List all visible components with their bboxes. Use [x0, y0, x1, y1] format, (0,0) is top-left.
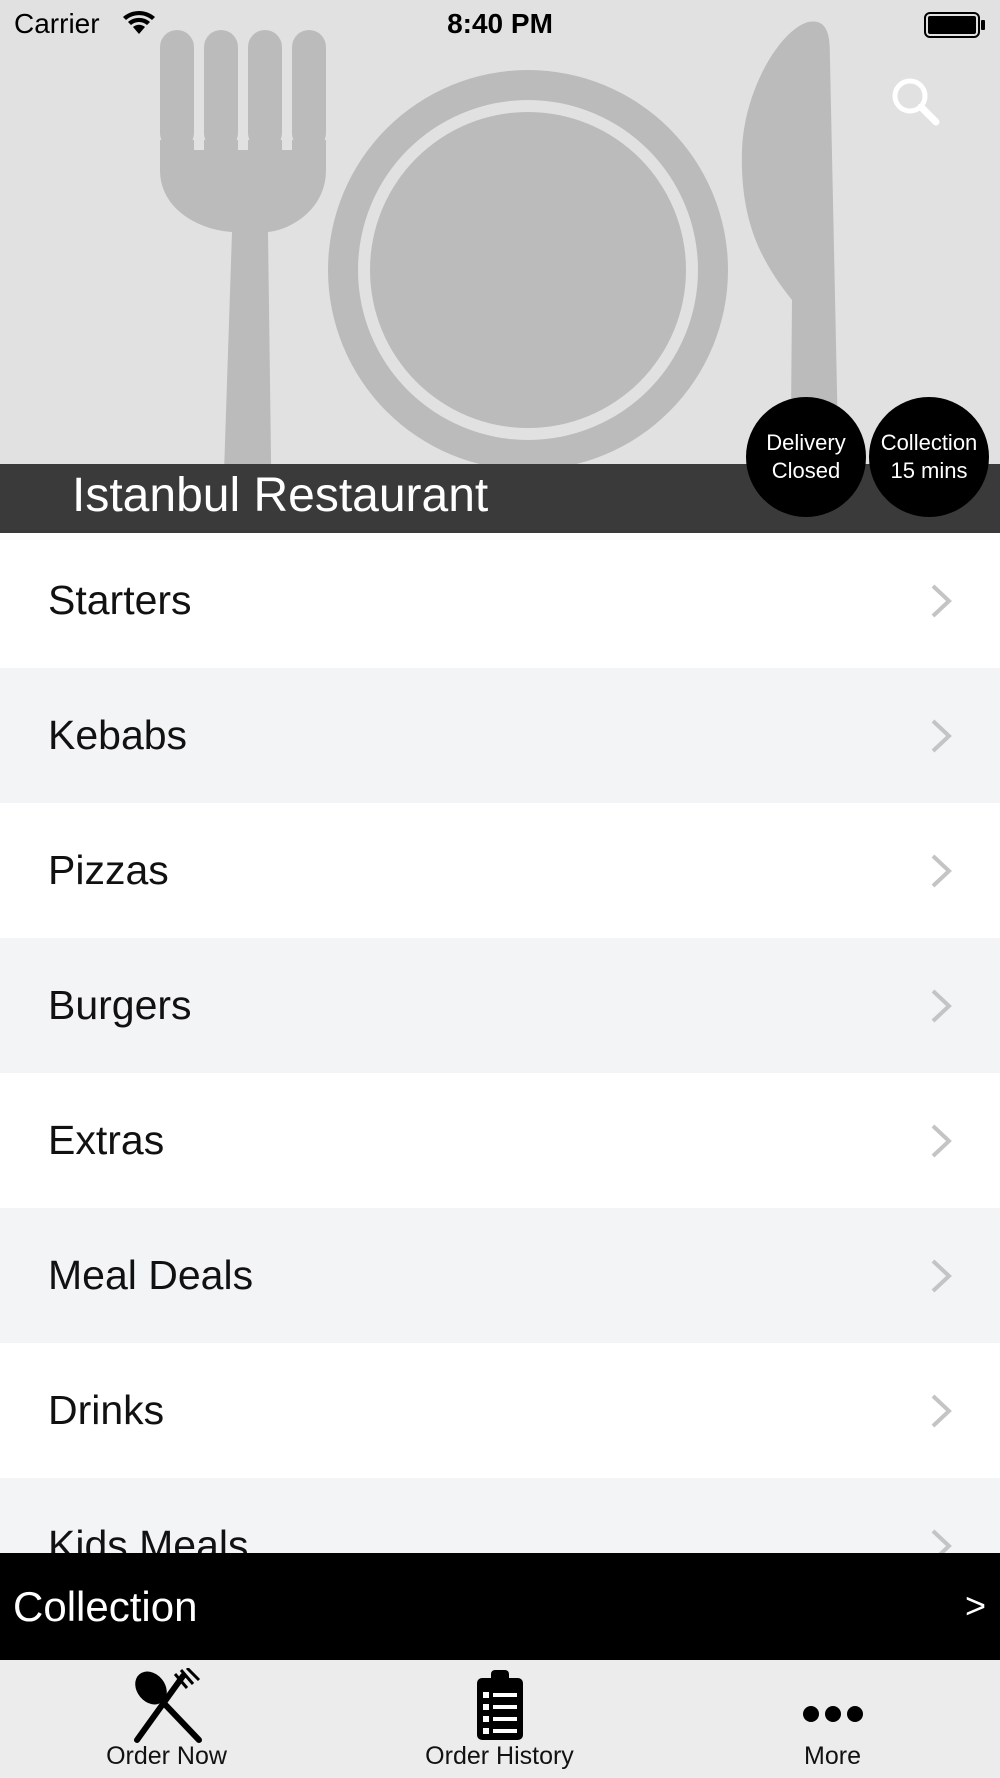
- menu-category-list[interactable]: Starters Kebabs Pizzas Burgers Extras Me…: [0, 533, 1000, 1553]
- chevron-right-icon: [931, 1394, 952, 1427]
- menu-category-pizzas[interactable]: Pizzas: [0, 803, 1000, 938]
- tab-label: More: [804, 1742, 861, 1770]
- hero-header: Carrier 8:40 PM Istanbul Restaurant Deli…: [0, 0, 1000, 533]
- collection-badge-time: 15 mins: [890, 458, 968, 483]
- battery-icon: [924, 12, 985, 38]
- collection-status-badge[interactable]: Collection 15 mins: [869, 397, 989, 517]
- chevron-right-icon: [931, 1529, 952, 1553]
- chevron-right-icon: [931, 1124, 952, 1157]
- chevron-right-icon: [931, 584, 952, 617]
- menu-category-label: Extras: [48, 1117, 165, 1163]
- delivery-badge-status: Closed: [771, 458, 841, 483]
- collection-mode-label: Collection: [13, 1583, 198, 1630]
- status-time: 8:40 PM: [447, 8, 553, 39]
- tab-more[interactable]: More: [666, 1660, 999, 1778]
- menu-category-meal-deals[interactable]: Meal Deals: [0, 1208, 1000, 1343]
- delivery-status-badge[interactable]: Delivery Closed: [746, 397, 866, 517]
- menu-category-label: Meal Deals: [48, 1252, 254, 1298]
- chevron-right-icon: [931, 1259, 952, 1292]
- clipboard-icon: [476, 1670, 523, 1740]
- menu-category-drinks[interactable]: Drinks: [0, 1343, 1000, 1478]
- menu-category-label: Kebabs: [48, 712, 188, 758]
- tab-order-history[interactable]: Order History: [333, 1660, 666, 1778]
- menu-category-burgers[interactable]: Burgers: [0, 938, 1000, 1073]
- menu-category-label: Kids Meals: [48, 1522, 249, 1553]
- delivery-badge-title: Delivery: [766, 430, 846, 455]
- menu-category-kids-meals[interactable]: Kids Meals: [0, 1478, 1000, 1553]
- menu-category-label: Pizzas: [48, 847, 169, 893]
- tab-label: Order History: [425, 1742, 574, 1770]
- fork-spoon-icon: [133, 1668, 202, 1743]
- collection-badge-title: Collection: [880, 430, 978, 455]
- menu-category-label: Burgers: [48, 982, 192, 1028]
- menu-category-starters[interactable]: Starters: [0, 533, 1000, 668]
- tab-bar: Order Now Order History More: [0, 1660, 1000, 1778]
- menu-category-kebabs[interactable]: Kebabs: [0, 668, 1000, 803]
- restaurant-name: Istanbul Restaurant: [72, 469, 489, 522]
- collection-mode-bar[interactable]: Collection >: [0, 1553, 1000, 1660]
- collection-arrow-icon: >: [964, 1585, 986, 1626]
- tab-order-now[interactable]: Order Now: [0, 1660, 333, 1778]
- tab-label: Order Now: [106, 1742, 227, 1770]
- menu-category-extras[interactable]: Extras: [0, 1073, 1000, 1208]
- status-bar: Carrier 8:40 PM: [0, 0, 1000, 50]
- menu-category-label: Drinks: [48, 1387, 165, 1433]
- chevron-right-icon: [931, 989, 952, 1022]
- chevron-right-icon: [931, 854, 952, 887]
- more-dots-icon: [802, 1706, 863, 1722]
- chevron-right-icon: [931, 719, 952, 752]
- search-icon[interactable]: [888, 74, 942, 128]
- menu-category-label: Starters: [48, 577, 192, 623]
